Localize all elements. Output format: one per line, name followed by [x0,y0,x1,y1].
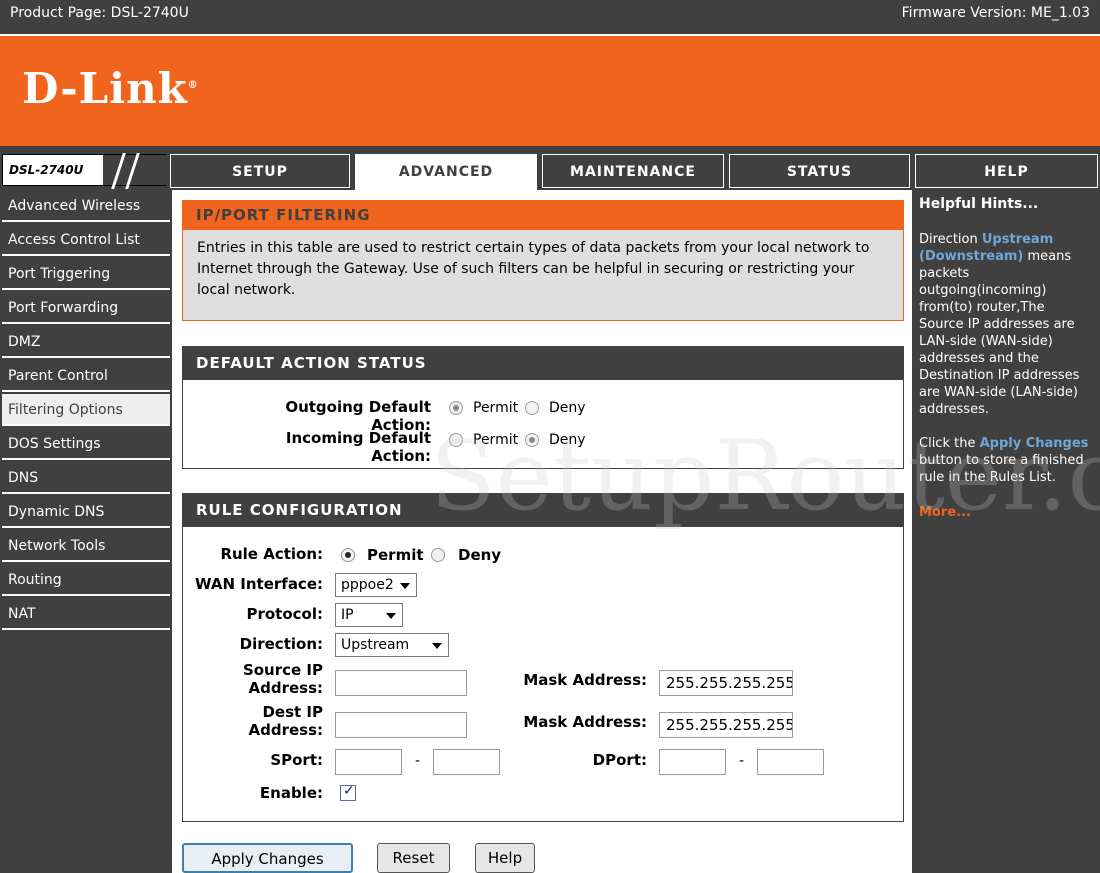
rule-configuration-panel: RULE CONFIGURATION Rule Action: Permit D… [182,493,904,822]
sidebar-nav: Advanced Wireless Access Control List Po… [0,190,172,873]
sidebar-item-port-triggering[interactable]: Port Triggering [2,258,170,290]
dest-ip-address-label: Dest IP Address: [248,703,323,739]
direction-label: Direction: [239,635,323,653]
reset-button[interactable]: Reset [377,843,450,873]
incoming-permit-label: Permit [473,432,519,448]
sport-label: SPort: [270,751,323,769]
sidebar-item-parent-control[interactable]: Parent Control [2,360,170,392]
direction-select[interactable]: Upstream [335,633,449,657]
sidebar-item-advanced-wireless[interactable]: Advanced Wireless [2,190,170,222]
more-hints-link[interactable]: More... [919,504,1093,521]
enable-checkbox[interactable] [340,783,356,801]
sidebar-item-dns[interactable]: DNS [2,462,170,494]
panel-title: DEFAULT ACTION STATUS [182,346,904,380]
firmware-version-label: Firmware Version: ME_1.03 [901,5,1090,21]
enable-label: Enable: [259,784,323,802]
outgoing-permit-label: Permit [473,400,519,416]
default-action-panel: DEFAULT ACTION STATUS Outgoing Default A… [182,346,904,469]
rule-deny-radio[interactable] [431,548,445,562]
dest-mask-input[interactable]: 255.255.255.255 [659,712,793,738]
hints-apply-highlight: Apply Changes [979,436,1089,451]
sidebar-item-dos-settings[interactable]: DOS Settings [2,428,170,460]
default-action-body: Outgoing Default Action: Permit Deny Inc… [182,380,904,469]
sidebar-item-routing[interactable]: Routing [2,564,170,596]
model-badge: DSL-2740U [2,153,167,189]
main-content: IP/PORT FILTERING Entries in this table … [172,190,912,873]
sidebar-item-dmz[interactable]: DMZ [2,326,170,358]
panel-title: IP/PORT FILTERING [182,200,904,230]
sidebar-item-dynamic-dns[interactable]: Dynamic DNS [2,496,170,528]
dport-start-input[interactable] [659,749,726,775]
source-ip-input[interactable] [335,670,467,696]
sidebar-item-nat[interactable]: NAT [2,598,170,630]
chevron-down-icon [400,583,410,589]
hints-title: Helpful Hints... [919,196,1039,212]
model-name: DSL-2740U [9,163,84,177]
protocol-label: Protocol: [246,605,323,623]
tab-help[interactable]: HELP [915,154,1098,188]
dport-label: DPort: [592,751,647,769]
help-button[interactable]: Help [475,843,535,873]
ip-port-filtering-panel: IP/PORT FILTERING Entries in this table … [182,200,904,321]
incoming-deny-radio[interactable] [525,433,539,447]
tab-maintenance[interactable]: MAINTENANCE [542,154,724,188]
rule-configuration-body: Rule Action: Permit Deny WAN Interface: … [182,527,904,822]
hints-direction-text: Direction Upstream (Downstream) means pa… [919,232,1080,417]
source-mask-address-label: Mask Address: [523,671,647,689]
chevron-down-icon [432,643,442,649]
incoming-default-action-label: Incoming Default Action: [285,429,431,465]
sport-end-input[interactable] [433,749,500,775]
rule-action-label: Rule Action: [220,545,323,563]
dport-range-dash: - [739,753,745,769]
rule-permit-label: Permit [367,546,424,564]
outgoing-deny-label: Deny [549,400,586,416]
sport-range-dash: - [415,753,421,769]
incoming-deny-label: Deny [549,432,586,448]
dest-mask-address-label: Mask Address: [523,713,647,731]
source-mask-input[interactable]: 255.255.255.255 [659,670,793,696]
wan-interface-select[interactable]: pppoe2 [335,573,417,597]
dlink-logo: D-Link® [22,64,199,113]
incoming-permit-radio[interactable] [449,433,463,447]
outgoing-permit-radio[interactable] [449,401,463,415]
slashes-decoration-icon [103,153,167,189]
top-bar: Product Page: DSL-2740U Firmware Version… [0,0,1100,28]
tab-setup[interactable]: SETUP [170,154,350,188]
panel-title: RULE CONFIGURATION [182,493,904,527]
tab-status[interactable]: STATUS [729,154,910,188]
sidebar-item-port-forwarding[interactable]: Port Forwarding [2,292,170,324]
wan-interface-label: WAN Interface: [195,575,323,593]
helpful-hints-panel: Helpful Hints... Direction Upstream (Dow… [912,190,1100,873]
panel-description: Entries in this table are used to restri… [182,230,904,321]
outgoing-deny-radio[interactable] [525,401,539,415]
sport-start-input[interactable] [335,749,402,775]
hints-apply-text: Click the Apply Changes button to store … [919,436,1089,485]
dest-ip-input[interactable] [335,712,467,738]
main-tab-bar: DSL-2740U SETUP ADVANCED MAINTENANCE STA… [0,150,1100,190]
sidebar-item-filtering-options[interactable]: Filtering Options [2,394,170,426]
protocol-select[interactable]: IP [335,603,403,627]
tab-advanced[interactable]: ADVANCED [355,154,537,190]
registered-mark-icon: ® [187,80,199,91]
product-page-label: Product Page: DSL-2740U [10,5,189,21]
rule-deny-label: Deny [458,546,502,564]
sidebar-item-network-tools[interactable]: Network Tools [2,530,170,562]
dport-end-input[interactable] [757,749,824,775]
apply-changes-button[interactable]: Apply Changes [182,843,353,873]
brand-banner: D-Link® [0,34,1100,146]
sidebar-item-access-control-list[interactable]: Access Control List [2,224,170,256]
chevron-down-icon [386,613,396,619]
rule-permit-radio[interactable] [341,548,355,562]
source-ip-address-label: Source IP Address: [242,661,323,697]
